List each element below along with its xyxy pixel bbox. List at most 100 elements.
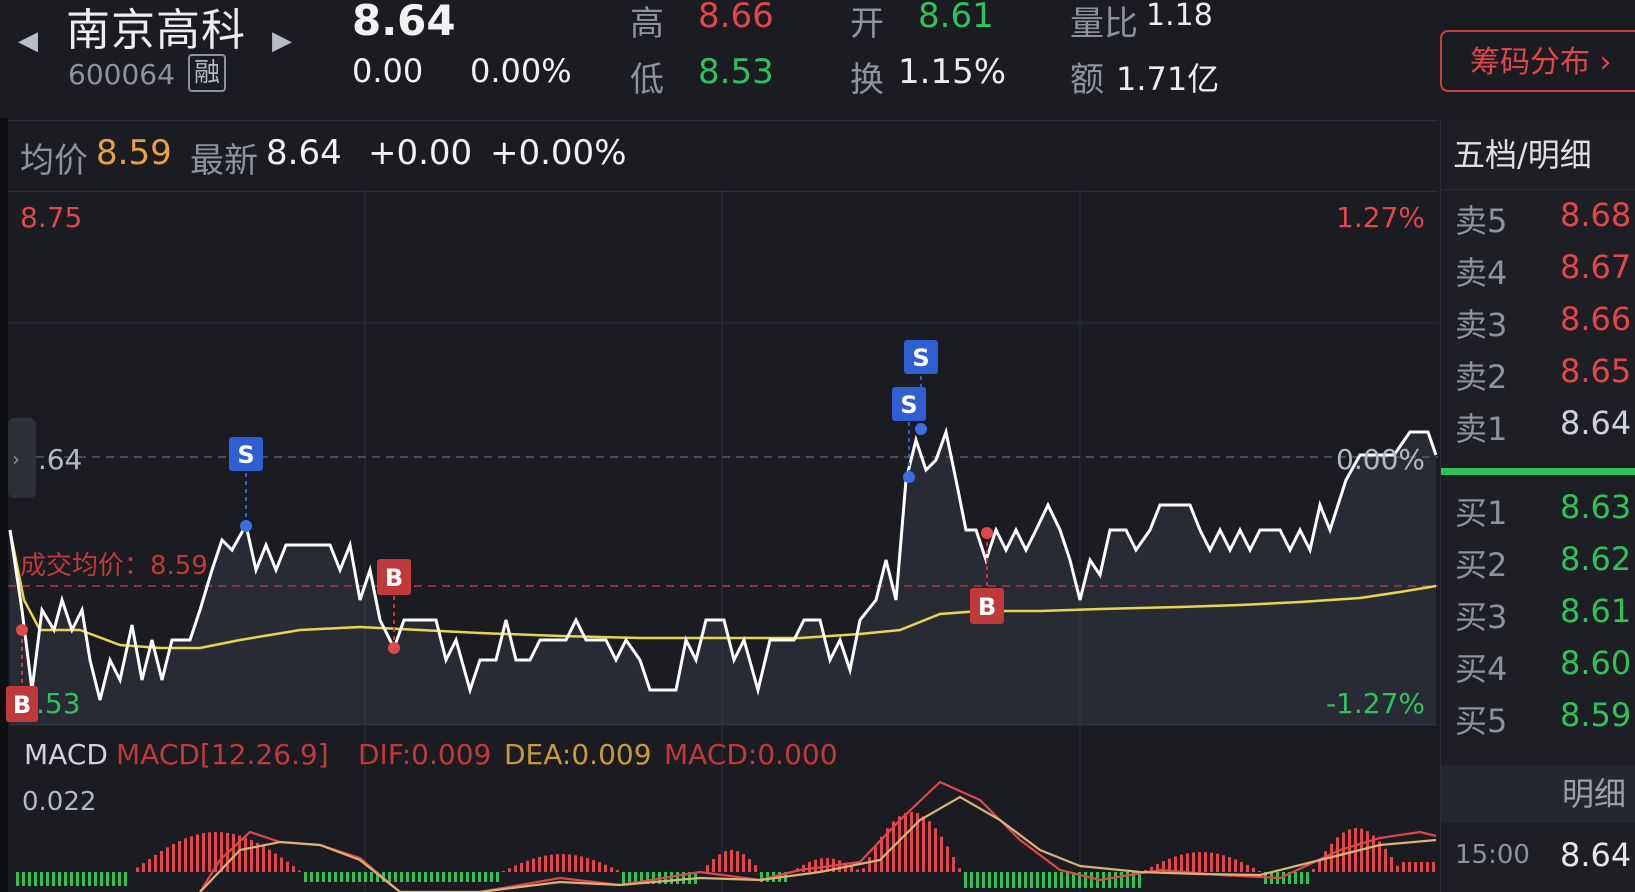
macd-bar	[922, 816, 925, 872]
ask-level-row[interactable]: 卖2 8.65	[1455, 352, 1631, 398]
macd-bar	[316, 872, 319, 882]
macd-bar	[370, 872, 373, 882]
macd-bar	[172, 843, 175, 872]
macd-bar	[442, 872, 445, 882]
chip-distribution-button[interactable]: 筹码分布 ›	[1440, 30, 1635, 92]
macd-bar	[1420, 862, 1423, 872]
bid-level-row[interactable]: 买4 8.60	[1455, 644, 1631, 690]
ask-level-label: 卖1	[1455, 410, 1508, 448]
detail-price: 8.64	[1560, 836, 1632, 874]
bid-level-row[interactable]: 买1 8.63	[1455, 488, 1631, 534]
macd-bar	[1006, 872, 1009, 888]
bid-level-price: 8.60	[1560, 644, 1632, 682]
bid-level-row[interactable]: 买5 8.59	[1455, 696, 1631, 742]
macd-bar	[310, 872, 313, 882]
macd-bar	[856, 869, 859, 872]
macd-bar	[142, 863, 145, 872]
macd-bar	[262, 846, 265, 872]
ask-level-price: 8.67	[1560, 248, 1632, 286]
ask-level-row[interactable]: 卖4 8.67	[1455, 248, 1631, 294]
macd-bar	[1342, 832, 1345, 872]
macd-bar	[1396, 865, 1399, 872]
macd-bar	[34, 872, 37, 886]
dea-line	[199, 795, 1437, 892]
macd-bar	[478, 872, 481, 882]
macd-bar	[136, 867, 139, 872]
ask-level-label: 卖5	[1455, 202, 1508, 240]
macd-bar	[322, 872, 325, 882]
macd-bar	[358, 872, 361, 882]
intraday-chart[interactable]: 8.75 1.27% 8.64 0.00% .53 -1.27% 成交均价：8.…	[0, 0, 1440, 892]
macd-bar	[1024, 872, 1027, 888]
macd-bar	[610, 867, 613, 872]
macd-bar	[670, 872, 673, 884]
macd-bar	[736, 851, 739, 872]
macd-bar	[586, 858, 589, 872]
detail-row: 15:00	[1455, 840, 1530, 870]
axis-top-price: 8.75	[20, 201, 82, 234]
macd-top-value: 0.022	[22, 787, 96, 817]
macd-bar	[124, 872, 127, 886]
macd-bar	[988, 872, 991, 888]
sell-marker[interactable]: S	[229, 437, 263, 532]
macd-bar	[328, 872, 331, 882]
macd-bar	[292, 866, 295, 872]
tab-order-book-detail[interactable]: 五档/明细	[1441, 120, 1635, 190]
macd-bar	[232, 833, 235, 872]
macd-bar	[40, 872, 43, 886]
macd-bar	[496, 872, 499, 882]
macd-bar	[1090, 872, 1093, 888]
macd-bar	[958, 868, 961, 872]
macd-bar	[430, 872, 433, 882]
macd-bar	[1402, 862, 1405, 872]
ask-level-row[interactable]: 卖3 8.66	[1455, 300, 1631, 346]
ask-level-row[interactable]: 卖1 8.64	[1455, 404, 1631, 450]
macd-bar	[1324, 851, 1327, 872]
macd-bar	[718, 854, 721, 872]
macd-bar	[706, 865, 709, 872]
buy-marker-label: B	[13, 691, 31, 719]
macd-bar	[1234, 859, 1237, 872]
macd-bar	[1384, 848, 1387, 872]
macd-bar	[562, 854, 565, 872]
bid-level-row[interactable]: 买2 8.62	[1455, 540, 1631, 586]
macd-bar	[76, 872, 79, 886]
macd-bar	[1408, 862, 1411, 872]
macd-bar	[1054, 872, 1057, 888]
macd-bar	[1174, 856, 1177, 872]
macd-bar	[1312, 868, 1315, 872]
macd-bar	[1060, 872, 1063, 888]
macd-bar	[154, 854, 157, 872]
macd-bar	[1048, 872, 1051, 888]
macd-bar	[910, 812, 913, 872]
macd-bar	[1216, 853, 1219, 872]
macd-bar	[1246, 864, 1249, 872]
macd-bar	[52, 872, 55, 886]
macd-bar	[406, 872, 409, 882]
axis-bottom-price: .53	[36, 687, 81, 720]
axis-top-percent: 1.27%	[1336, 201, 1425, 234]
macd-bar	[1192, 852, 1195, 872]
macd-bar	[244, 837, 247, 872]
macd-histogram	[16, 812, 1435, 888]
macd-bar	[934, 828, 937, 872]
macd-bar	[976, 872, 979, 888]
macd-bar	[556, 854, 559, 872]
ask-level-label: 卖4	[1455, 254, 1508, 292]
macd-bar	[1432, 862, 1435, 872]
macd-bar	[400, 872, 403, 882]
macd-bar	[904, 813, 907, 872]
ask-level-price: 8.68	[1560, 196, 1632, 234]
macd-bar	[196, 834, 199, 872]
macd-bar	[1252, 867, 1255, 872]
macd-bar	[580, 856, 583, 872]
macd-bar	[514, 865, 517, 872]
chevron-right-icon: ›	[12, 447, 20, 471]
ask-level-row[interactable]: 卖5 8.68	[1455, 196, 1631, 242]
macd-params[interactable]: MACD[12.26.9]	[116, 738, 329, 771]
macd-bar	[1318, 859, 1321, 872]
bid-level-row[interactable]: 买3 8.61	[1455, 592, 1631, 638]
macd-bar	[1240, 862, 1243, 872]
detail-header[interactable]: 明细	[1441, 765, 1635, 823]
macd-bar	[874, 846, 877, 872]
